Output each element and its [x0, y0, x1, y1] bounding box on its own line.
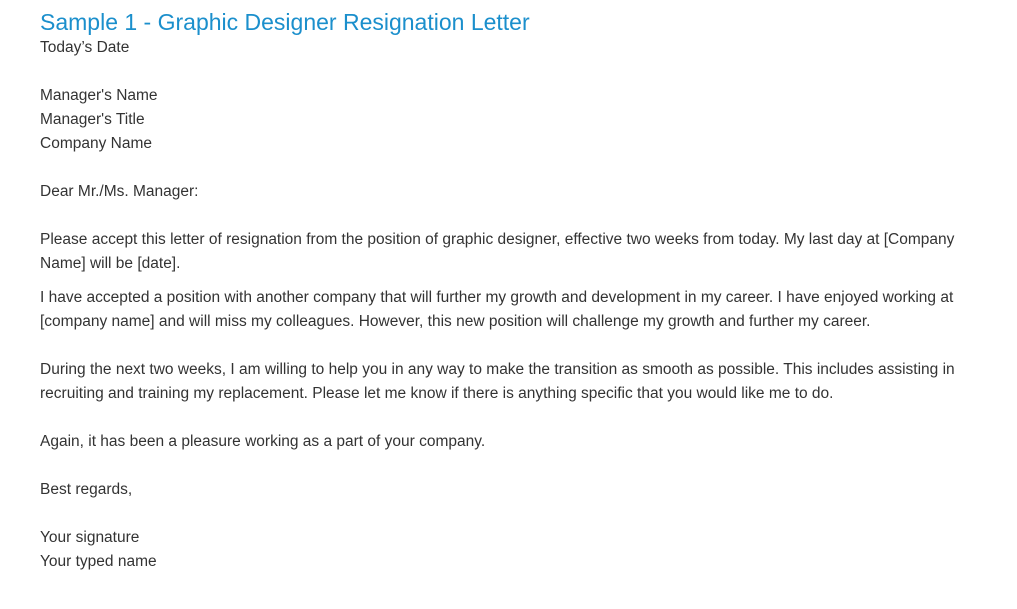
letter-date: Today’s Date	[40, 39, 130, 56]
body-paragraph-3: During the next two weeks, I am willing …	[40, 361, 955, 402]
letter-title: Sample 1 - Graphic Designer Resignation …	[40, 9, 530, 35]
body-paragraph-2: I have accepted a position with another …	[40, 289, 954, 330]
closing: Best regards,	[40, 481, 133, 498]
recipient-company: Company Name	[40, 135, 152, 152]
signature: Your signature	[40, 529, 140, 546]
recipient-name: Manager's Name	[40, 87, 158, 104]
body-paragraph-4: Again, it has been a pleasure working as…	[40, 433, 486, 450]
recipient-title: Manager's Title	[40, 111, 145, 128]
body-paragraph-1: Please accept this letter of resignation…	[40, 231, 955, 272]
resignation-letter: Sample 1 - Graphic Designer Resignation …	[40, 8, 980, 574]
typed-name: Your typed name	[40, 553, 157, 570]
salutation: Dear Mr./Ms. Manager:	[40, 183, 199, 200]
